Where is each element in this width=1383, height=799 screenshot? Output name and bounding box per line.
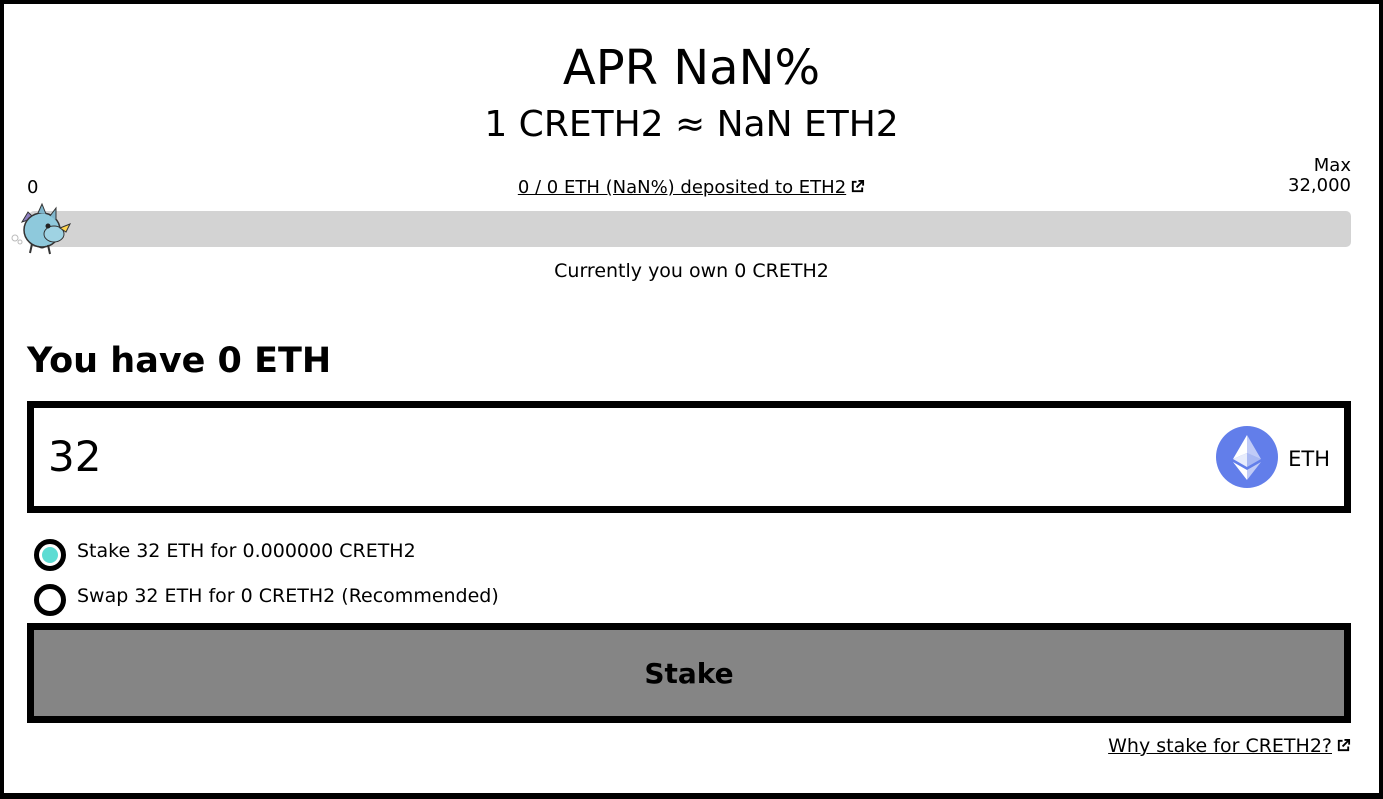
stake-option-radio[interactable] xyxy=(34,539,66,571)
radio-dot xyxy=(42,592,58,608)
swap-option-label: Swap 32 ETH for 0 CRETH2 (Recommended) xyxy=(77,585,499,607)
amount-input-box: ETH xyxy=(27,401,1351,513)
amount-unit: ETH xyxy=(1288,447,1330,471)
why-stake-link[interactable]: Why stake for CRETH2? xyxy=(1108,735,1351,757)
deposit-status-link[interactable]: 0 / 0 ETH (NaN%) deposited to ETH2 xyxy=(518,177,865,198)
deposit-status-text: 0 / 0 ETH (NaN%) deposited to ETH2 xyxy=(517,177,847,198)
stake-button[interactable]: Stake xyxy=(27,623,1351,723)
stake-option-label: Stake 32 ETH for 0.000000 CRETH2 xyxy=(77,540,416,562)
external-link-icon xyxy=(852,179,865,193)
why-stake-text: Why stake for CRETH2? xyxy=(1108,735,1332,757)
amount-input[interactable] xyxy=(48,426,948,486)
apr-heading: APR NaN% xyxy=(562,40,821,96)
ethereum-icon xyxy=(1216,426,1278,488)
exchange-rate: 1 CRETH2 ≈ NaN ETH2 xyxy=(484,104,899,145)
eth-balance-heading: You have 0 ETH xyxy=(27,341,332,381)
max-title: Max xyxy=(1313,155,1351,176)
rhino-mascot-icon xyxy=(11,202,72,255)
swap-option-radio[interactable] xyxy=(34,584,66,616)
owned-balance: Currently you own 0 CRETH2 xyxy=(554,260,829,282)
external-link-icon xyxy=(1337,738,1351,752)
why-stake: Why stake for CRETH2? xyxy=(1108,734,1351,758)
radio-selected-dot xyxy=(42,547,58,563)
deposit-status: 0 / 0 ETH (NaN%) deposited to ETH2 xyxy=(0,176,1383,200)
deposit-progress-bar xyxy=(29,211,1351,247)
